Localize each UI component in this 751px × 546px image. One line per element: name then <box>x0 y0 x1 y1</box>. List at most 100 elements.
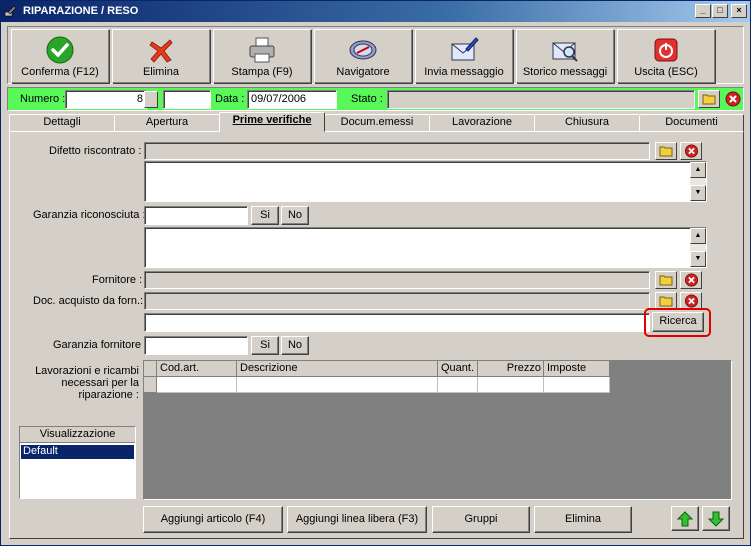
fornitore-open-button[interactable] <box>655 271 677 289</box>
tab-lavorazione[interactable]: Lavorazione <box>429 114 535 132</box>
items-grid[interactable]: Cod.art. Descrizione Quant. Prezzo Impos… <box>143 360 732 500</box>
fornitore-field[interactable] <box>144 271 650 289</box>
difetto-open-button[interactable] <box>655 142 677 160</box>
send-message-button[interactable]: Invia messaggio <box>415 29 513 83</box>
gruppi-button[interactable]: Gruppi <box>432 506 530 533</box>
clear-x-icon <box>684 294 699 308</box>
cell-prezzo[interactable] <box>478 377 544 393</box>
tab-dettagli[interactable]: Dettagli <box>9 114 115 132</box>
power-icon <box>654 38 678 62</box>
col-quant[interactable]: Quant. <box>438 361 478 377</box>
exit-button[interactable]: Uscita (ESC) <box>617 29 715 83</box>
delete-row-button[interactable]: Elimina <box>534 506 632 533</box>
move-up-button[interactable] <box>671 506 699 531</box>
cell-cod-art[interactable] <box>157 377 237 393</box>
ricerca-button[interactable]: Ricerca <box>652 312 704 332</box>
doc-acquisto-search-field[interactable] <box>144 313 650 332</box>
confirm-label: Conferma (F12) <box>21 66 99 78</box>
clear-x-icon <box>684 144 699 158</box>
scroll-down-icon[interactable]: ▼ <box>690 185 706 201</box>
tab-prime-verifiche[interactable]: Prime verifiche <box>219 112 325 132</box>
numero-lookup-button[interactable] <box>144 91 158 108</box>
app-tools-icon <box>4 5 17 17</box>
visualizzazione-list[interactable]: Visualizzazione Default <box>19 426 136 499</box>
exit-label: Uscita (ESC) <box>634 66 698 78</box>
lavorazioni-label: Lavorazioni e ricambi necessari per la r… <box>35 365 139 401</box>
garanzia-no-button[interactable]: No <box>281 206 309 225</box>
garanzia-fornitore-label: Garanzia fornitore : <box>53 339 148 351</box>
numero-suffix-field[interactable] <box>163 90 211 109</box>
navigator-button[interactable]: Navigatore <box>314 29 412 83</box>
numero-field[interactable]: 8 <box>65 90 147 109</box>
print-label: Stampa (F9) <box>231 66 293 78</box>
confirm-button[interactable]: Conferma (F12) <box>11 29 109 83</box>
clear-x-icon <box>725 91 741 107</box>
difetto-label: Difetto riscontrato : <box>49 145 142 157</box>
delete-label: Elimina <box>142 66 180 78</box>
data-field[interactable]: 09/07/2006 <box>247 90 337 109</box>
tab-documenti[interactable]: Documenti <box>639 114 744 132</box>
maximize-button[interactable]: □ <box>712 4 728 18</box>
folder-icon <box>659 275 673 286</box>
fornitore-label: Fornitore : <box>92 274 143 286</box>
grid-corner <box>144 361 157 377</box>
navigator-label: Navigatore <box>336 66 390 78</box>
col-prezzo[interactable]: Prezzo <box>478 361 544 377</box>
stato-field[interactable] <box>387 90 695 109</box>
garanzia-field[interactable] <box>144 206 248 225</box>
garanzia-fornitore-no-button[interactable]: No <box>281 336 309 355</box>
folder-icon <box>702 94 716 105</box>
message-history-label: Storico messaggi <box>522 66 608 78</box>
fornitore-clear-button[interactable] <box>680 271 702 289</box>
clear-x-icon <box>684 273 699 287</box>
folder-icon <box>659 146 673 157</box>
arrow-down-icon <box>708 511 724 527</box>
scroll-down-icon[interactable]: ▼ <box>690 251 706 267</box>
garanzia-label: Garanzia riconosciuta : <box>33 209 146 221</box>
col-imposte[interactable]: Imposte <box>544 361 610 377</box>
garanzia-fornitore-si-button[interactable]: Si <box>251 336 279 355</box>
add-article-button[interactable]: Aggiungi articolo (F4) <box>143 506 283 533</box>
scroll-up-icon[interactable]: ▲ <box>690 162 706 178</box>
tab-chiusura[interactable]: Chiusura <box>534 114 640 132</box>
row-indicator[interactable] <box>144 377 157 393</box>
cell-imposte[interactable] <box>544 377 610 393</box>
cell-descrizione[interactable] <box>237 377 438 393</box>
add-free-line-button[interactable]: Aggiungi linea libera (F3) <box>287 506 427 533</box>
garanzia-notes-textarea[interactable] <box>144 227 707 268</box>
scroll-up-icon[interactable]: ▲ <box>690 228 706 244</box>
col-descrizione[interactable]: Descrizione <box>237 361 438 377</box>
garanzia-notes-scrollbar[interactable]: ▲ ▼ <box>690 228 706 267</box>
difetto-field[interactable] <box>144 142 650 160</box>
tab-strip: Dettagli Apertura Prime verifiche Docum.… <box>9 112 744 132</box>
doc-acquisto-field[interactable] <box>144 292 650 310</box>
print-button[interactable]: Stampa (F9) <box>213 29 311 83</box>
delete-button[interactable]: Elimina <box>112 29 210 83</box>
close-button[interactable]: × <box>731 4 747 18</box>
envelope-search-icon <box>552 42 578 62</box>
folder-icon <box>659 296 673 307</box>
difetto-notes-scrollbar[interactable]: ▲ ▼ <box>690 162 706 201</box>
garanzia-fornitore-field[interactable] <box>144 336 248 355</box>
title-bar[interactable]: RIPARAZIONE / RESO _ □ × <box>1 1 750 22</box>
tab-apertura[interactable]: Apertura <box>114 114 220 132</box>
arrow-up-icon <box>677 511 693 527</box>
stato-clear-button[interactable] <box>722 90 741 108</box>
message-history-button[interactable]: Storico messaggi <box>516 29 614 83</box>
tab-docum-emessi[interactable]: Docum.emessi <box>324 114 430 132</box>
compass-icon <box>349 40 377 60</box>
printer-icon <box>249 37 275 63</box>
window-title: RIPARAZIONE / RESO <box>23 5 139 17</box>
move-down-button[interactable] <box>702 506 730 531</box>
visualizzazione-item-default[interactable]: Default <box>21 445 134 459</box>
visualizzazione-header: Visualizzazione <box>20 427 135 443</box>
envelope-pen-icon <box>451 37 479 61</box>
cell-quant[interactable] <box>438 377 478 393</box>
toolbar: Conferma (F12) Elimina Stampa (F9) Navig… <box>7 26 744 84</box>
garanzia-si-button[interactable]: Si <box>251 206 279 225</box>
col-cod-art[interactable]: Cod.art. <box>157 361 237 377</box>
stato-open-button[interactable] <box>698 90 720 108</box>
difetto-notes-textarea[interactable] <box>144 161 707 202</box>
difetto-clear-button[interactable] <box>680 142 702 160</box>
minimize-button[interactable]: _ <box>695 4 711 18</box>
